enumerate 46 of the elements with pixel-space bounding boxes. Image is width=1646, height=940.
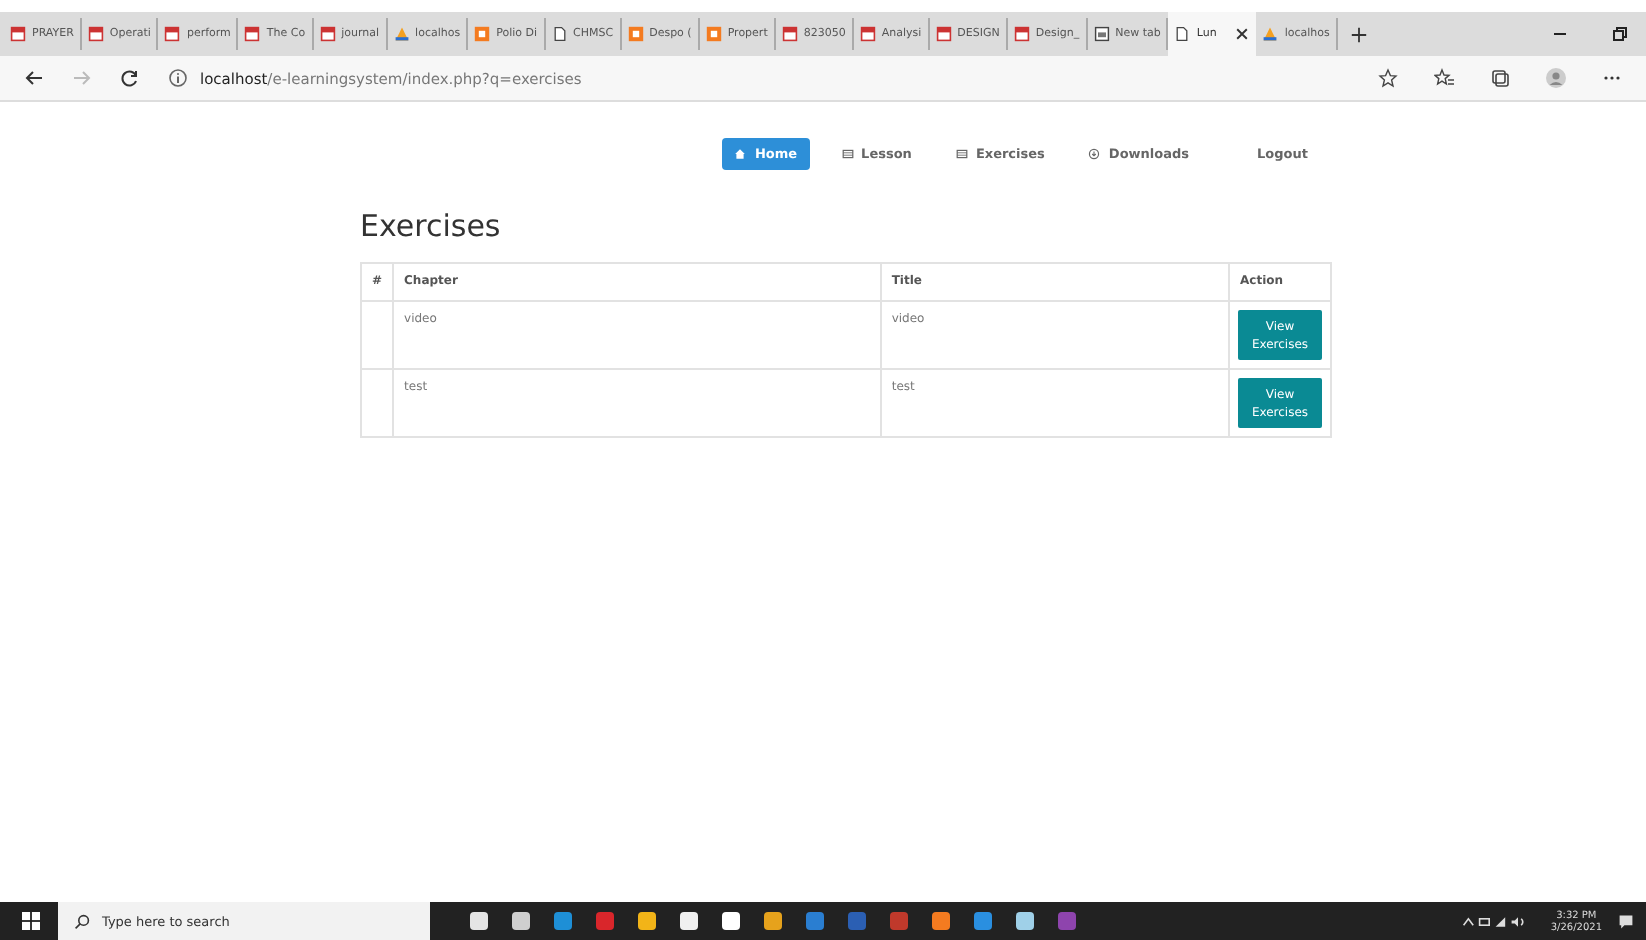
profile-icon[interactable] (1546, 68, 1566, 88)
app-icon[interactable] (1016, 912, 1034, 930)
search-icon (74, 913, 90, 929)
app-icon[interactable] (932, 912, 950, 930)
app-icon[interactable] (470, 912, 488, 930)
page-heading: Exercises (360, 208, 503, 244)
collections-icon[interactable] (1490, 68, 1510, 88)
app-icon (393, 26, 410, 42)
document-icon (1013, 26, 1030, 42)
info-icon[interactable] (168, 68, 188, 88)
table-icon (841, 148, 854, 160)
app-icon[interactable] (512, 912, 530, 930)
back-icon[interactable] (24, 68, 44, 88)
home-icon (734, 148, 747, 160)
app-icon (627, 26, 644, 42)
document-icon (244, 26, 261, 42)
restore-icon[interactable] (1610, 24, 1630, 44)
app-icon[interactable] (554, 912, 572, 930)
star-icon[interactable] (1378, 68, 1398, 88)
document-icon (935, 26, 952, 42)
app-icon[interactable] (806, 912, 824, 930)
close-icon[interactable] (1234, 26, 1251, 42)
table-icon (955, 148, 968, 160)
app-icon[interactable] (596, 912, 614, 930)
page-icon (1174, 26, 1191, 42)
app-icon[interactable] (764, 912, 782, 930)
document-icon (10, 26, 26, 42)
app-icon[interactable] (680, 912, 698, 930)
download-icon (1088, 148, 1101, 160)
app-icon[interactable] (974, 912, 992, 930)
app-icon (705, 26, 722, 42)
document-icon (87, 26, 104, 42)
document-icon (781, 26, 798, 42)
app-icon (474, 26, 491, 42)
new-tab-icon[interactable] (1349, 26, 1368, 44)
app-icon (1262, 26, 1279, 42)
document-icon (319, 26, 336, 42)
page-icon (551, 26, 568, 42)
notification-icon[interactable] (1618, 913, 1634, 929)
document-icon (859, 26, 876, 42)
app-icon[interactable] (638, 912, 656, 930)
favorites-icon[interactable] (1434, 68, 1454, 88)
app-icon[interactable] (722, 912, 740, 930)
document-icon (164, 26, 181, 42)
refresh-icon[interactable] (120, 68, 140, 88)
window-icon (1093, 26, 1110, 42)
